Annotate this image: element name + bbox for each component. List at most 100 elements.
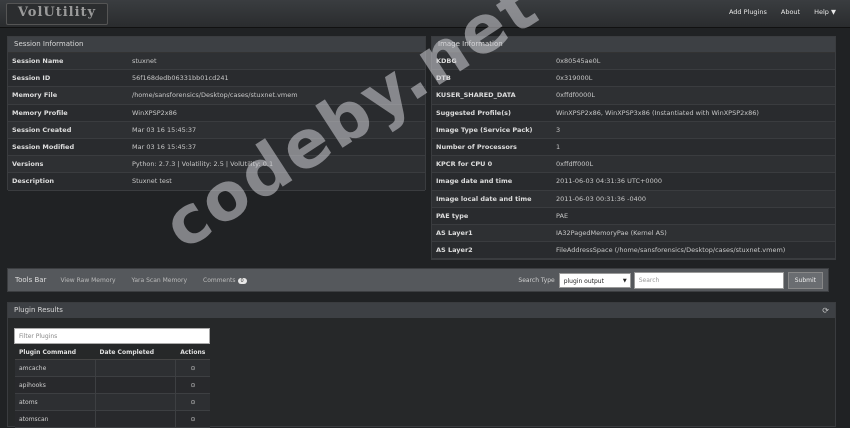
col-plugin-command[interactable]: Plugin Command [15,346,96,360]
tools-bar: Tools Bar View Raw Memory Yara Scan Memo… [7,268,829,292]
plugins-table: Plugin Command Date Completed Actions am… [15,346,210,428]
plugin-results-header: Plugin Results ⟳ [8,303,835,318]
info-key: AS Layer2 [432,241,552,260]
info-row: Session Modified Mar 03 16 15:45:37 [8,138,425,157]
info-key: Image Type (Service Pack) [432,121,552,139]
info-value: 0xffdff000L [552,155,835,174]
info-value: stuxnet [128,53,425,71]
session-panel: Session Information Session Name stuxnet S… [7,36,426,191]
info-key: AS Layer1 [432,224,552,243]
info-key: Session Name [8,53,128,71]
info-value: 1 [552,138,835,157]
info-value: IA32PagedMemoryPae (Kernel AS) [552,224,835,243]
plugin-run-icon[interactable]: ⊙ [175,376,210,394]
plugin-command: atoms [15,393,96,411]
plugin-results-title: Plugin Results [14,306,63,314]
info-row: Session Created Mar 03 16 15:45:37 [8,121,425,139]
plugin-date-completed [95,393,176,411]
info-value: 0xffdf0000L [552,86,835,105]
info-key: Suggested Profile(s) [432,104,552,122]
info-key: Versions [8,155,128,174]
plugins-table-header: Plugin Command Date Completed Actions [15,346,210,360]
info-row: KUSER_SHARED_DATA 0xffdf0000L [432,86,835,105]
info-value: Stuxnet test [128,172,425,191]
info-key: Image date and time [432,172,552,191]
info-row: Image local date and time 2011-06-03 00:3… [432,190,835,208]
info-row: PAE type PAE [432,207,835,225]
view-raw-memory-button[interactable]: View Raw Memory [60,277,115,284]
info-value: Mar 03 16 15:45:37 [128,121,425,139]
nav-links: Add Plugins About Help ▼ [729,8,836,16]
info-row: DTB 0x319000L [432,69,835,88]
search-type-value: plugin output [563,277,604,285]
info-value: 0x319000L [552,69,835,88]
info-row: Session ID 56f168dedb06331bb01cd241 [8,69,425,88]
search-type-select[interactable]: plugin output ▼ [558,272,631,288]
info-value: Mar 03 16 15:45:37 [128,138,425,157]
info-key: PAE type [432,207,552,225]
plugin-results-panel: Plugin Results ⟳ Plugin Command Date Com… [7,302,836,428]
comments-button[interactable]: Comments 0 [203,277,247,284]
info-row: AS Layer1 IA32PagedMemoryPae (Kernel AS) [432,224,835,243]
info-value: 0x80545ae0L [552,53,835,71]
info-row: KPCR for CPU 0 0xffdff000L [432,155,835,174]
info-key: Session ID [8,69,128,88]
chevron-down-icon: ▼ [831,8,836,16]
info-key: KPCR for CPU 0 [432,155,552,174]
info-row: Session Name stuxnet [8,53,425,71]
comments-count-badge: 0 [237,277,247,284]
info-row: Image Type (Service Pack) 3 [432,121,835,139]
info-key: Number of Processors [432,138,552,157]
info-value: 3 [552,121,835,139]
brand-logo[interactable]: VolUtility [6,3,108,25]
plugin-date-completed [95,359,176,377]
session-table: Session Name stuxnet Session ID 56f168dedb0… [8,53,425,191]
info-row: Number of Processors 1 [432,138,835,157]
plugin-row[interactable]: apihooks ⊙ [15,376,210,394]
plugin-row[interactable]: amcache ⊙ [15,359,210,377]
info-value: 56f168dedb06331bb01cd241 [128,69,425,88]
plugin-row[interactable]: atoms ⊙ [15,393,210,411]
tools-bar-title: Tools Bar [15,276,47,284]
col-actions: Actions [175,346,210,360]
info-value: PAE [552,207,835,225]
info-value: Python: 2.7.3 | Volatility: 2.5 | VolUti… [128,155,425,174]
navbar: VolUtility Add Plugins About Help ▼ [0,0,850,28]
plugin-run-icon[interactable]: ⊙ [175,359,210,377]
nav-help-label: Help [814,8,829,16]
info-row: KDBG 0x80545ae0L [432,53,835,71]
info-row: Description Stuxnet test [8,172,425,191]
nav-add-plugins[interactable]: Add Plugins [729,8,767,16]
info-value: 2011-06-03 04:31:36 UTC+0000 [552,172,835,191]
plugin-date-completed [95,376,176,394]
info-key: DTB [432,69,552,88]
info-row: Versions Python: 2.7.3 | Volatility: 2.5 … [8,155,425,174]
info-row: Memory File/home/sansforensics/Desktop/c… [8,86,425,105]
submit-button[interactable]: Submit [787,271,823,289]
nav-about[interactable]: About [781,8,800,16]
info-row: Image date and time 2011-06-03 04:31:36 U… [432,172,835,191]
info-value: WinXPSP2x86 [128,104,425,122]
search-input[interactable] [633,271,784,289]
info-value: 2011-06-03 00:31:36 -0400 [552,190,835,208]
info-key: Session Created [8,121,128,139]
comments-label: Comments [203,276,236,284]
plugin-run-icon[interactable]: ⊙ [175,393,210,411]
session-panel-title: Session Information [8,37,425,53]
plugin-command: apihooks [15,376,96,394]
chevron-down-icon: ▼ [622,277,627,284]
nav-help[interactable]: Help ▼ [814,8,836,16]
image-panel: Image Information KDBG 0x80545ae0L DTB 0x31… [431,36,836,260]
info-key: Memory Profile [8,104,128,122]
info-value: WinXPSP2x86, WinXPSP3x86 (Instantiated w… [552,104,835,122]
refresh-icon[interactable]: ⟳ [822,303,829,318]
info-value: /home/sansforensics/Desktop/cases/stuxne… [128,86,425,105]
info-row: Memory Profile WinXPSP2x86 [8,104,425,122]
image-table: KDBG 0x80545ae0L DTB 0x319000L KUSER_SHARED_… [432,53,835,260]
filter-plugins-input[interactable] [14,328,210,344]
col-date-completed[interactable]: Date Completed [95,346,176,360]
search-type-label: Search Type [518,276,555,284]
image-panel-title: Image Information [432,37,835,53]
info-key: KDBG [432,53,552,71]
yara-scan-button[interactable]: Yara Scan Memory [132,277,187,284]
